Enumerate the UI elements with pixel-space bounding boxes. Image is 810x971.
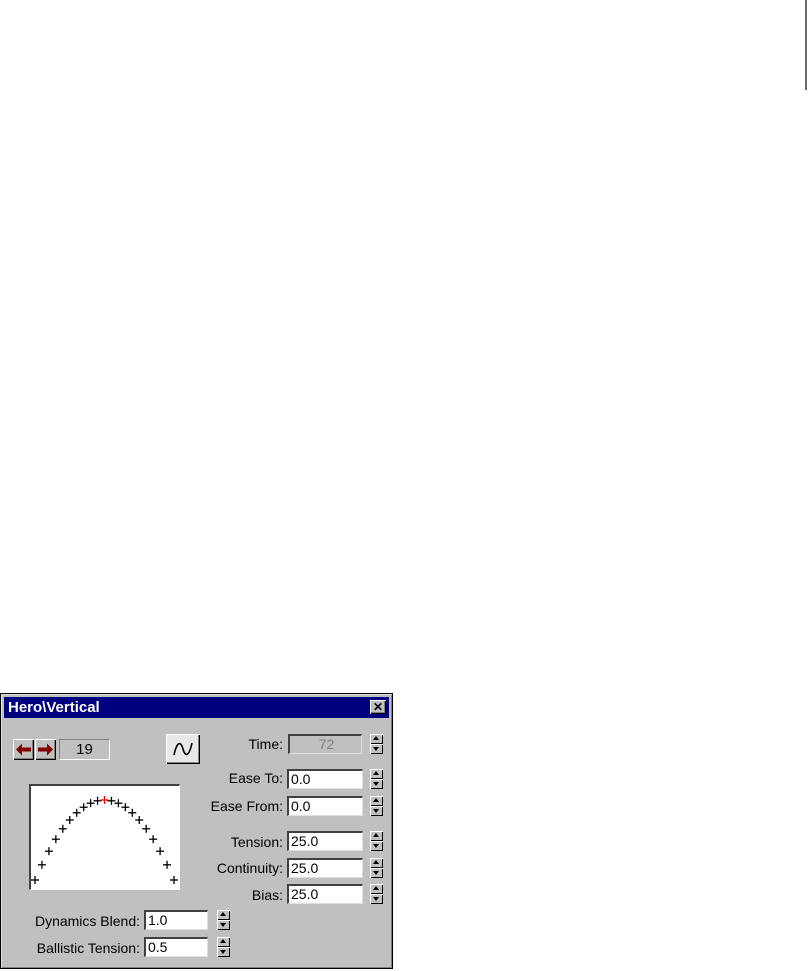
curve-shape-icon [173,742,193,756]
continuity-spinner[interactable] [370,858,383,878]
tension-spin-up[interactable] [370,831,383,841]
key-marker[interactable] [163,860,172,869]
bias-label: Bias: [251,887,283,903]
bias-spin-up[interactable] [370,884,383,894]
ease-to-field[interactable]: 0.0 [287,769,363,789]
key-marker[interactable] [121,803,130,812]
tension-spin-down[interactable] [370,841,383,851]
continuity-label: Continuity: [216,860,283,876]
bias-field[interactable]: 25.0 [287,884,363,904]
tension-label: Tension: [230,834,283,850]
continuity-spin-up[interactable] [370,858,383,868]
time-spin-down[interactable] [370,744,383,754]
curve-mode-button[interactable] [166,734,200,764]
ease-from-spinner[interactable] [370,796,383,816]
time-spinner[interactable] [370,734,383,754]
key-marker[interactable] [149,835,158,844]
selected-key-marker[interactable] [100,796,109,804]
key-marker[interactable] [135,816,144,824]
close-button[interactable]: ✕ [370,700,386,714]
screen-edge-divider [805,0,807,90]
window-title: Hero\Vertical [8,699,100,716]
continuity-spin-down[interactable] [370,868,383,878]
close-icon: ✕ [372,700,384,714]
bias-spin-down[interactable] [370,894,383,904]
time-field: 72 [288,734,362,754]
key-info-dialog: Hero\Vertical ✕ 19 Time: 72 Ease To: 0.0… [0,693,393,969]
tension-spinner[interactable] [370,831,383,851]
dynamics-blend-field[interactable]: 1.0 [144,910,208,930]
ease-from-field[interactable]: 0.0 [287,796,363,816]
time-spin-up[interactable] [370,734,383,744]
key-marker[interactable] [170,876,178,884]
ease-to-label: Ease To: [228,770,283,786]
key-marker[interactable] [79,803,88,812]
dynamics-blend-spinner[interactable] [217,910,230,930]
continuity-field[interactable]: 25.0 [287,858,363,878]
key-marker[interactable] [156,847,165,856]
ease-to-spin-up[interactable] [370,769,383,779]
ballistic-tension-spin-down[interactable] [217,947,230,957]
ease-from-label: Ease From: [210,798,283,814]
key-marker[interactable] [31,876,39,884]
ballistic-tension-label: Ballistic Tension: [36,940,140,956]
key-marker[interactable] [128,808,137,817]
bias-spinner[interactable] [370,884,383,904]
key-marker[interactable] [58,824,67,833]
key-marker[interactable] [65,816,74,824]
ease-to-spin-down[interactable] [370,779,383,789]
key-number-display: 19 [59,739,110,760]
trajectory-plot [31,796,178,884]
key-marker[interactable] [114,799,123,808]
key-marker[interactable] [107,796,116,805]
ballistic-tension-spinner[interactable] [217,937,230,957]
next-key-button[interactable] [35,739,56,760]
key-marker[interactable] [51,835,60,844]
tension-field[interactable]: 25.0 [287,831,363,851]
key-marker[interactable] [44,847,53,856]
key-marker[interactable] [37,860,46,869]
ease-from-spin-up[interactable] [370,796,383,806]
key-marker[interactable] [142,824,151,833]
ease-from-spin-down[interactable] [370,806,383,816]
key-marker[interactable] [93,796,102,805]
dynamics-blend-label: Dynamics Blend: [34,913,140,929]
ballistic-tension-spin-up[interactable] [217,937,230,947]
previous-key-button[interactable] [13,739,34,760]
right-arrow-icon [38,743,53,756]
dynamics-blend-spin-down[interactable] [217,920,230,930]
ballistic-tension-field[interactable]: 0.5 [144,937,208,957]
time-label: Time: [248,736,283,752]
key-marker[interactable] [86,799,95,808]
dynamics-blend-spin-up[interactable] [217,910,230,920]
title-bar[interactable]: Hero\Vertical ✕ [4,697,389,718]
trajectory-graph[interactable] [29,784,180,890]
left-arrow-icon [16,743,31,756]
ease-to-spinner[interactable] [370,769,383,789]
key-marker[interactable] [72,808,81,817]
